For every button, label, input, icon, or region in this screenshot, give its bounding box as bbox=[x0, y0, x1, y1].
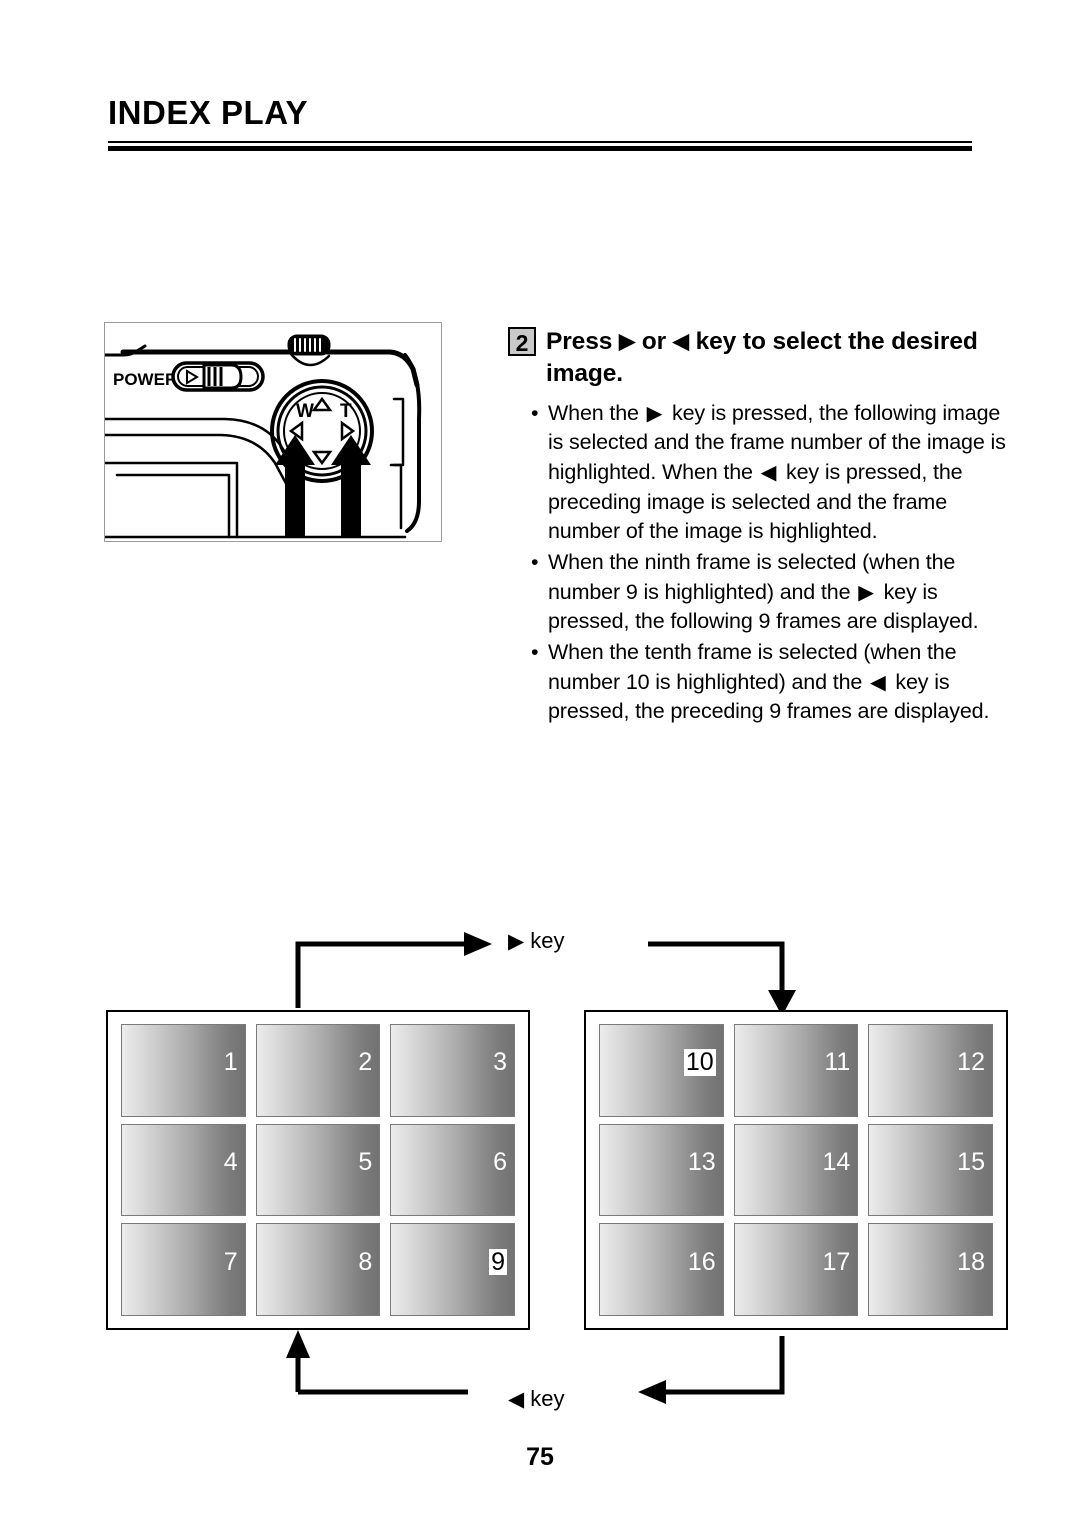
thumbnail-number: 18 bbox=[957, 1247, 985, 1276]
index-thumbnail[interactable]: 11 bbox=[733, 1024, 859, 1117]
instruction-bullet-text: When the tenth frame is selected (when t… bbox=[548, 639, 990, 724]
index-thumbnail[interactable]: 1 bbox=[121, 1024, 246, 1117]
flow-line-forward-out bbox=[295, 941, 470, 1008]
thumbnail-number: 8 bbox=[358, 1247, 373, 1276]
index-thumbnail[interactable]: 7 bbox=[121, 1223, 246, 1316]
index-thumbnail[interactable]: 12 bbox=[868, 1024, 993, 1117]
page-number: 75 bbox=[526, 1443, 554, 1471]
thumbnail-number: 14 bbox=[822, 1148, 851, 1177]
page-header: INDEX PLAY bbox=[108, 96, 972, 151]
thumbnail-number-highlighted: 9 bbox=[489, 1247, 507, 1276]
zoom-wide-label: W bbox=[296, 401, 314, 422]
bullet-dot-icon: • bbox=[531, 549, 539, 574]
instruction-bullet: • When the ninth frame is selected (when … bbox=[531, 548, 1008, 637]
step-heading: 2 Press ▶ or ◀ key to select the desired… bbox=[508, 326, 1008, 390]
header-divider-thick-line bbox=[108, 146, 972, 151]
flow-arrowhead-backward-in bbox=[286, 1330, 310, 1358]
left-arrow-icon: ◀ bbox=[760, 462, 777, 484]
left-arrow-icon: ◀ bbox=[870, 671, 886, 694]
thumbnail-number: 13 bbox=[687, 1148, 716, 1177]
backward-key-text: key bbox=[530, 1386, 565, 1411]
index-thumbnail[interactable]: 4 bbox=[121, 1123, 246, 1217]
flow-line-backward-out bbox=[660, 1336, 785, 1395]
forward-key-label: ▶ key bbox=[508, 928, 565, 953]
backward-key-label: ◀ key bbox=[508, 1386, 565, 1411]
right-arrow-icon: ▶ bbox=[858, 581, 874, 604]
thumbnail-number: 12 bbox=[957, 1048, 985, 1077]
index-thumbnail[interactable]: 13 bbox=[599, 1123, 724, 1217]
flow-arrowhead-backward-out bbox=[638, 1380, 666, 1404]
instruction-block: 2 Press ▶ or ◀ key to select the desired… bbox=[508, 326, 1008, 728]
thumbnail-number: 3 bbox=[493, 1048, 507, 1077]
thumbnail-number: 11 bbox=[824, 1048, 851, 1077]
camera-line-art: POWER W T bbox=[105, 334, 422, 539]
power-label: POWER bbox=[113, 370, 177, 389]
index-thumbnail[interactable]: 15 bbox=[868, 1123, 993, 1217]
flow-arrowhead-forward-out bbox=[464, 932, 492, 956]
bullet-dot-icon: • bbox=[531, 639, 539, 664]
index-thumbnail[interactable]: 5 bbox=[255, 1123, 381, 1217]
index-thumbnail[interactable]: 6 bbox=[390, 1123, 515, 1217]
index-thumbnail[interactable]: 18 bbox=[868, 1223, 993, 1316]
index-flow-diagram: ▶ key ◀ key 123456789 10 11 12 13 14 15 16 17 18 bbox=[0, 900, 1080, 1440]
index-thumbnail[interactable]: 3 bbox=[390, 1024, 515, 1117]
thumbnail-number: 5 bbox=[358, 1148, 373, 1177]
forward-key-text: key bbox=[530, 928, 565, 953]
flow-line-backward-in bbox=[295, 1348, 468, 1395]
instruction-bullet-list: • When the ▶ key is pressed, the followin… bbox=[508, 399, 1008, 727]
right-arrow-icon: ▶ bbox=[508, 930, 525, 953]
thumbnail-number: 7 bbox=[223, 1247, 238, 1276]
index-grid-left[interactable]: 1 2 3 4 5 6 7 8 9 bbox=[106, 1010, 530, 1330]
zoom-tele-label: T bbox=[340, 401, 352, 422]
index-thumbnail[interactable]: 9 bbox=[390, 1223, 515, 1316]
index-thumbnail[interactable]: 16 bbox=[599, 1223, 724, 1316]
thumbnail-number: 6 bbox=[493, 1148, 507, 1177]
callout-arrow-right-key bbox=[331, 435, 371, 537]
bullet-dot-icon: • bbox=[531, 400, 539, 425]
thumbnail-number: 1 bbox=[223, 1048, 238, 1077]
thumbnail-number: 17 bbox=[822, 1247, 851, 1276]
left-arrow-icon: ◀ bbox=[508, 1388, 525, 1411]
index-thumbnail[interactable]: 8 bbox=[255, 1223, 381, 1316]
thumbnail-number: 16 bbox=[687, 1247, 716, 1276]
page-title: INDEX PLAY bbox=[108, 94, 309, 131]
thumbnail-number: 2 bbox=[358, 1048, 373, 1077]
left-arrow-icon: ◀ bbox=[672, 330, 689, 353]
right-arrow-icon: ▶ bbox=[618, 330, 636, 353]
right-arrow-icon: ▶ bbox=[646, 402, 663, 425]
thumbnail-number-highlighted: 10 bbox=[683, 1048, 716, 1077]
instruction-bullet-text: When the ninth frame is selected (when t… bbox=[548, 549, 979, 634]
thumbnail-number: 15 bbox=[957, 1148, 985, 1177]
instruction-bullet: • When the ▶ key is pressed, the followin… bbox=[531, 399, 1008, 547]
instruction-bullet-text: When the ▶ key is pressed, the following… bbox=[548, 400, 1006, 544]
step-heading-text: Press ▶ or ◀ key to select the desired i… bbox=[546, 328, 978, 387]
index-thumbnail[interactable]: 10 bbox=[599, 1024, 724, 1117]
step-number-badge: 2 bbox=[508, 327, 536, 356]
power-switch-icon bbox=[171, 361, 265, 392]
thumbnail-number: 4 bbox=[223, 1148, 238, 1177]
index-thumbnail[interactable]: 17 bbox=[733, 1223, 859, 1316]
camera-rear-illustration: POWER W T bbox=[104, 322, 442, 542]
index-thumbnail[interactable]: 2 bbox=[255, 1024, 381, 1117]
instruction-bullet: • When the tenth frame is selected (when … bbox=[531, 638, 1008, 727]
index-thumbnail[interactable]: 14 bbox=[733, 1123, 859, 1217]
index-grid-right[interactable]: 10 11 12 13 14 15 16 17 18 bbox=[584, 1010, 1008, 1330]
flow-line-forward-in bbox=[648, 941, 785, 998]
header-divider bbox=[108, 141, 972, 151]
